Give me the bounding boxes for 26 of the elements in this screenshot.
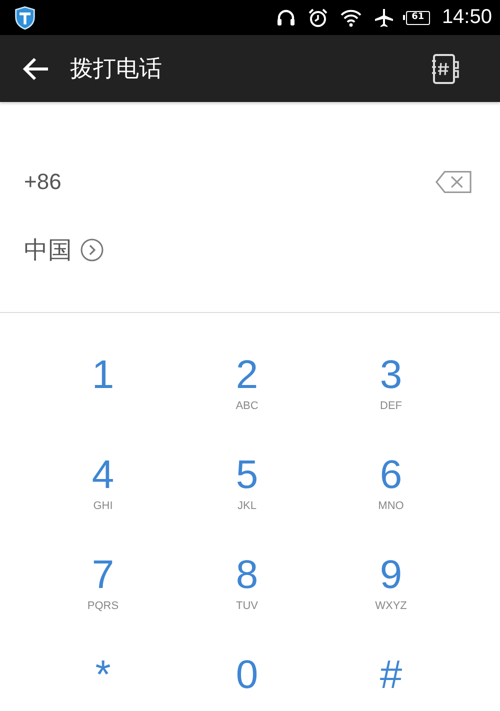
dial-key[interactable]: 8 TUV — [175, 531, 319, 631]
dialpad-book-icon[interactable] — [430, 52, 460, 84]
headphones-icon — [276, 8, 296, 26]
dial-key[interactable]: 6 MNO — [319, 431, 463, 531]
dial-key[interactable]: 1 — [31, 331, 175, 431]
shield-icon — [14, 6, 36, 30]
country-label[interactable]: 中国 — [24, 234, 72, 266]
phone-number-field[interactable]: +86 — [24, 169, 62, 195]
dial-key[interactable]: 9 WXYZ — [319, 531, 463, 631]
battery-icon: 61 — [406, 10, 430, 24]
status-time: 14:50 — [442, 6, 492, 29]
chevron-circle-icon[interactable] — [80, 238, 104, 262]
dial-key[interactable]: 5 JKL — [175, 431, 319, 531]
dial-key[interactable]: 2 ABC — [175, 331, 319, 431]
dial-key[interactable]: 7 PQRS — [31, 531, 175, 631]
alarm-icon — [308, 8, 328, 28]
dial-key[interactable]: 4 GHI — [31, 431, 175, 531]
wifi-icon — [340, 8, 362, 26]
back-arrow-icon[interactable] — [22, 56, 50, 80]
airplane-icon — [374, 8, 394, 28]
dial-key[interactable]: 3 DEF — [319, 331, 463, 431]
page-title: 拨打电话 — [70, 55, 163, 84]
dial-key[interactable]: # — [319, 631, 463, 711]
backspace-icon[interactable] — [435, 170, 472, 194]
dial-key[interactable]: * — [31, 631, 175, 711]
dial-key[interactable]: 0 — [175, 631, 319, 711]
